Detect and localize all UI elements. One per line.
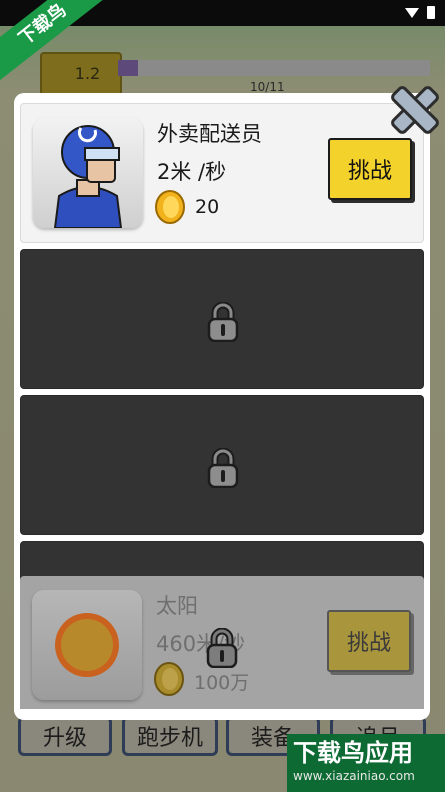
wifi-icon	[405, 7, 419, 18]
progress-bar	[118, 60, 430, 76]
upgrade-button[interactable]: 升级	[18, 716, 112, 756]
progress-fill	[118, 60, 138, 76]
coin-icon	[155, 190, 185, 224]
runner-name: 外卖配送员	[157, 122, 262, 146]
runner-card-locked	[20, 249, 424, 389]
challenge-button[interactable]: 挑战	[327, 610, 411, 672]
watermark-url: www.xiazainiao.com	[293, 769, 415, 783]
coin-icon	[154, 662, 184, 696]
delivery-avatar	[33, 118, 143, 228]
runner-select-dialog: 外卖配送员 2米 /秒 20 挑战 太阳 460米/秒 100万 挑战	[14, 93, 430, 720]
runner-card-delivery: 外卖配送员 2米 /秒 20 挑战	[20, 103, 424, 243]
watermark-brand-title: 下载鸟应用	[293, 739, 413, 767]
runner-list[interactable]: 外卖配送员 2米 /秒 20 挑战 太阳 460米/秒 100万 挑战	[20, 103, 424, 709]
runner-card-sun: 太阳 460米/秒 100万 挑战	[20, 576, 424, 709]
runner-speed: 2米 /秒	[157, 160, 227, 184]
lock-icon	[207, 302, 239, 342]
close-icon[interactable]	[387, 82, 443, 138]
runner-price: 100万	[194, 672, 250, 694]
runner-price: 20	[195, 196, 220, 218]
sun-avatar	[32, 590, 142, 700]
lock-icon	[206, 628, 238, 668]
challenge-button[interactable]: 挑战	[328, 138, 412, 200]
battery-icon	[427, 6, 435, 19]
treadmill-button[interactable]: 跑步机	[122, 716, 218, 756]
runner-name: 太阳	[156, 594, 198, 618]
progress-text: 10/11	[250, 80, 285, 94]
runner-card-locked	[20, 395, 424, 535]
watermark-brand: 下载鸟应用 www.xiazainiao.com	[287, 734, 445, 792]
lock-icon	[207, 448, 239, 488]
